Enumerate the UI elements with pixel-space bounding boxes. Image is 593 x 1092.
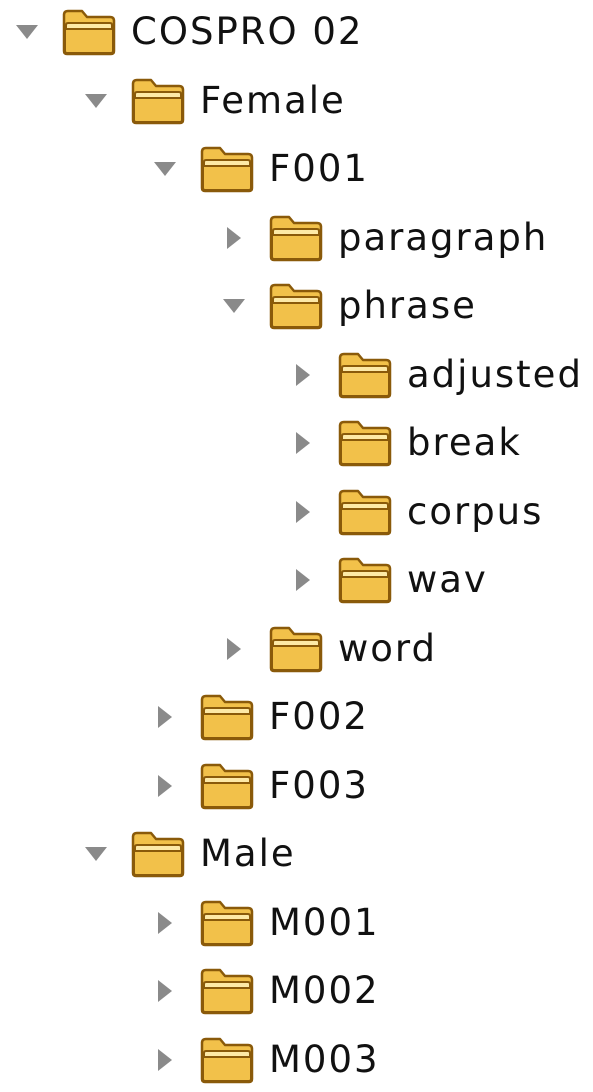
tree-node-break[interactable]: break	[286, 411, 522, 475]
folder-icon	[113, 76, 187, 126]
folder-icon	[182, 761, 256, 811]
tree-node-paragraph[interactable]: paragraph	[217, 206, 548, 270]
tree-node-cospro-02[interactable]: COSPRO 02	[10, 0, 363, 64]
collapsed-triangle-icon[interactable]	[217, 617, 251, 681]
tree-node-phrase[interactable]: phrase	[217, 274, 477, 338]
collapsed-triangle-icon[interactable]	[148, 959, 182, 1023]
folder-icon	[182, 692, 256, 742]
tree-node-word[interactable]: word	[217, 617, 437, 681]
tree-node-label: wav	[407, 558, 488, 601]
folder-icon	[251, 213, 325, 263]
collapsed-triangle-icon[interactable]	[286, 343, 320, 407]
tree-node-label: Female	[200, 78, 346, 122]
collapsed-triangle-icon[interactable]	[217, 206, 251, 270]
tree-node-corpus[interactable]: corpus	[286, 480, 543, 544]
tree-node-label: corpus	[407, 489, 544, 533]
tree-node-male[interactable]: Male	[79, 822, 296, 886]
folder-icon	[251, 281, 325, 331]
tree-node-label: F003	[269, 763, 369, 807]
expanded-triangle-icon[interactable]	[79, 69, 113, 133]
tree-node-adjusted[interactable]: adjusted	[286, 343, 583, 407]
collapsed-triangle-icon[interactable]	[148, 685, 182, 749]
collapsed-triangle-icon[interactable]	[148, 1028, 182, 1092]
folder-icon	[320, 350, 394, 400]
folder-icon	[251, 624, 325, 674]
folder-icon	[44, 7, 118, 57]
tree-node-wav[interactable]: wav	[286, 548, 488, 612]
tree-node-m003[interactable]: M003	[148, 1028, 380, 1092]
folder-tree: COSPRO 02 Female F001 paragraph phrase adjust…	[0, 0, 593, 1090]
tree-node-f001[interactable]: F001	[148, 137, 369, 201]
tree-node-label: phrase	[338, 284, 477, 327]
tree-node-label: adjusted	[407, 352, 583, 396]
expanded-triangle-icon[interactable]	[10, 0, 44, 64]
folder-icon	[320, 555, 394, 605]
folder-icon	[320, 418, 394, 468]
folder-icon	[182, 1035, 256, 1085]
tree-node-label: F001	[269, 147, 369, 190]
expanded-triangle-icon[interactable]	[148, 137, 182, 201]
tree-node-f003[interactable]: F003	[148, 754, 369, 818]
tree-node-m002[interactable]: M002	[148, 959, 380, 1023]
collapsed-triangle-icon[interactable]	[286, 411, 320, 475]
collapsed-triangle-icon[interactable]	[148, 891, 182, 955]
folder-icon	[182, 966, 256, 1016]
tree-node-label: Male	[200, 832, 296, 875]
tree-node-label: break	[407, 421, 522, 464]
tree-node-label: COSPRO 02	[131, 10, 364, 53]
folder-icon	[182, 898, 256, 948]
folder-icon	[320, 487, 394, 537]
expanded-triangle-icon[interactable]	[217, 274, 251, 338]
folder-icon	[182, 144, 256, 194]
tree-node-m001[interactable]: M001	[148, 891, 380, 955]
tree-node-label: M001	[269, 900, 380, 944]
tree-node-label: paragraph	[338, 215, 549, 259]
folder-icon	[113, 829, 187, 879]
tree-node-label: F002	[269, 695, 369, 738]
tree-node-label: M002	[269, 969, 380, 1012]
expanded-triangle-icon[interactable]	[79, 822, 113, 886]
tree-node-label: word	[338, 626, 437, 670]
collapsed-triangle-icon[interactable]	[286, 548, 320, 612]
tree-node-f002[interactable]: F002	[148, 685, 369, 749]
collapsed-triangle-icon[interactable]	[148, 754, 182, 818]
tree-node-female[interactable]: Female	[79, 69, 346, 133]
tree-node-label: M003	[269, 1037, 380, 1081]
collapsed-triangle-icon[interactable]	[286, 480, 320, 544]
